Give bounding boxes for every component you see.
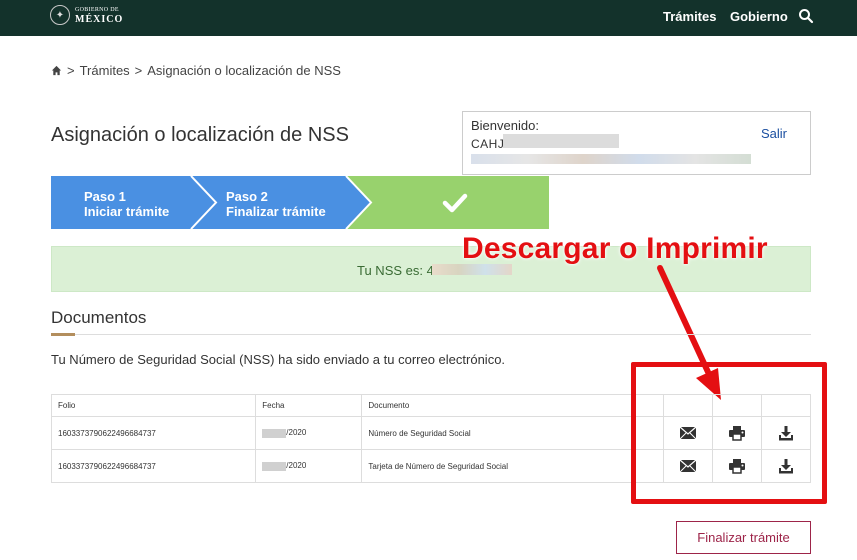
heading-accent: [51, 333, 75, 336]
top-navbar: ✦ GOBIERNO DE MÉXICO Trámites Gobierno: [0, 0, 857, 36]
divider: [51, 334, 811, 335]
redacted-date: [262, 428, 287, 438]
welcome-box: Bienvenido: CAHJ850602HPLRRS05 Salir: [462, 111, 811, 175]
col-documento: Documento: [361, 394, 664, 417]
step-1-label: Paso 1 Iniciar trámite: [84, 189, 170, 219]
nss-text: Tu NSS es: 4: [357, 263, 434, 278]
breadcrumb-separator: >: [67, 63, 75, 78]
fecha-cell: /2020: [255, 416, 363, 450]
welcome-label: Bienvenido:: [471, 118, 539, 133]
documento-cell: Tarjeta de Número de Seguridad Social: [361, 449, 664, 483]
seal-icon: ✦: [50, 5, 70, 25]
logout-link[interactable]: Salir: [761, 126, 787, 141]
breadcrumb-tramites[interactable]: Trámites: [80, 63, 130, 78]
annotation-text: Descargar o Imprimir: [462, 232, 768, 265]
redacted-name: [471, 154, 751, 164]
fecha-cell: /2020: [255, 449, 363, 483]
redacted-curp: [503, 134, 619, 148]
documents-heading: Documentos: [51, 308, 147, 327]
search-icon[interactable]: [798, 8, 814, 24]
nav-gobierno[interactable]: Gobierno: [730, 9, 788, 24]
sent-message: Tu Número de Seguridad Social (NSS) ha s…: [51, 352, 506, 367]
finish-button[interactable]: Finalizar trámite: [676, 521, 811, 554]
annotation-highlight-box: [631, 362, 827, 504]
folio-cell: 1603373790622496684737: [50, 449, 257, 483]
nav-tramites[interactable]: Trámites: [663, 9, 716, 24]
gobierno-logo[interactable]: ✦ GOBIERNO DE MÉXICO: [50, 5, 123, 25]
redacted-date: [262, 461, 287, 471]
col-fecha: Fecha: [255, 394, 363, 417]
step-2-label: Paso 2 Finalizar trámite: [226, 189, 326, 219]
col-folio: Folio: [50, 394, 257, 417]
folio-cell: 1603373790622496684737: [50, 416, 257, 450]
breadcrumb-current: Asignación o localización de NSS: [147, 63, 341, 78]
breadcrumb: > Trámites > Asignación o localización d…: [51, 63, 341, 78]
check-icon: [442, 193, 468, 213]
breadcrumb-separator: >: [134, 63, 143, 78]
home-icon[interactable]: [51, 65, 62, 76]
page-title: Asignación o localización de NSS: [51, 124, 349, 146]
logo-line2: MÉXICO: [75, 14, 124, 25]
documento-cell: Número de Seguridad Social: [361, 416, 664, 450]
